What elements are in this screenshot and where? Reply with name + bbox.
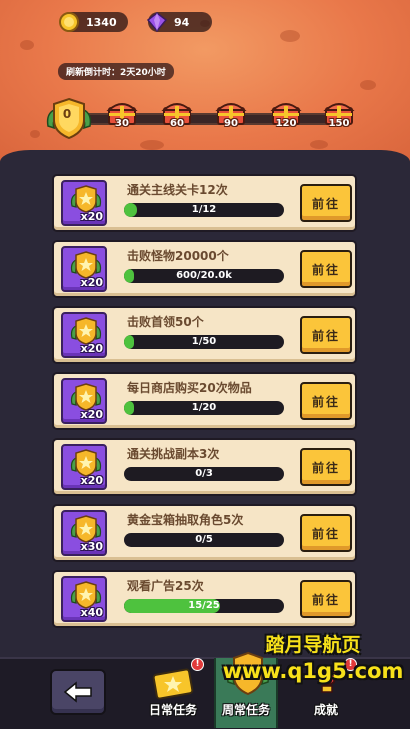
milestone-label: 60 bbox=[170, 118, 184, 129]
tab-weekly-label: 周常任务 bbox=[221, 703, 270, 717]
watermark-line2: www.q1g5.com bbox=[222, 659, 404, 683]
task-card: x20 通关挑战副本3次 0/3 前往 bbox=[52, 438, 357, 496]
reward-badge: x40 bbox=[61, 576, 107, 622]
task-card: x20 击败首领50个 1/50 前往 bbox=[52, 306, 357, 364]
task-title: 击败首领50个 bbox=[127, 315, 204, 329]
go-button[interactable]: 前往 bbox=[300, 382, 352, 420]
reward-badge: x20 bbox=[61, 246, 107, 292]
task-title: 黄金宝箱抽取角色5次 bbox=[127, 513, 244, 527]
task-card: x40 观看广告25次 15/25 前往 bbox=[52, 570, 357, 628]
tab-daily-tasks[interactable]: ! 日常任务 bbox=[143, 658, 204, 728]
gold-counter: 1340 bbox=[59, 12, 128, 32]
task-progress-bar: 0/3 bbox=[124, 467, 284, 481]
reward-badge: x20 bbox=[61, 378, 107, 424]
task-progress-bar: 600/20.0k bbox=[124, 269, 284, 283]
tab-daily-label: 日常任务 bbox=[148, 703, 197, 717]
daily-notification-badge: ! bbox=[191, 658, 204, 671]
reward-badge: x20 bbox=[61, 180, 107, 226]
watermark-line1: 踏月导航页 bbox=[265, 634, 361, 656]
reward-quantity: x20 bbox=[80, 408, 103, 421]
gold-coin-icon bbox=[59, 12, 79, 32]
tab-achievements-label: 成就 bbox=[313, 703, 338, 717]
reward-badge: x20 bbox=[61, 312, 107, 358]
task-title: 观看广告25次 bbox=[127, 579, 204, 593]
gem-counter: 94 bbox=[146, 12, 212, 33]
task-progress-bar: 1/20 bbox=[124, 401, 284, 415]
task-progress-text: 0/5 bbox=[195, 534, 213, 545]
go-button[interactable]: 前往 bbox=[300, 184, 352, 222]
header-edge bbox=[0, 150, 410, 172]
task-progress-bar: 1/12 bbox=[124, 203, 284, 217]
purple-gem-icon bbox=[146, 12, 168, 33]
milestone-label: 150 bbox=[328, 118, 350, 129]
task-progress-text: 0/3 bbox=[195, 468, 213, 479]
task-card: x20 击败怪物20000个 600/20.0k 前往 bbox=[52, 240, 357, 298]
task-progress-text: 1/20 bbox=[191, 402, 217, 413]
task-title: 击败怪物20000个 bbox=[127, 249, 229, 263]
go-button[interactable]: 前往 bbox=[300, 316, 352, 354]
task-progress-text: 1/12 bbox=[191, 204, 217, 215]
task-progress-text: 1/50 bbox=[191, 336, 217, 347]
reward-quantity: x30 bbox=[80, 540, 103, 553]
task-progress-text: 15/25 bbox=[188, 600, 220, 611]
reward-quantity: x20 bbox=[80, 210, 103, 223]
task-title: 通关主线关卡12次 bbox=[127, 183, 228, 197]
gold-amount: 1340 bbox=[86, 15, 117, 29]
task-card: x20 通关主线关卡12次 1/12 前往 bbox=[52, 174, 357, 232]
milestone-label: 90 bbox=[224, 118, 238, 129]
milestone-label: 30 bbox=[115, 118, 129, 129]
refresh-countdown: 刷新倒计时：2天20小时 bbox=[58, 63, 174, 80]
task-card: x30 黄金宝箱抽取角色5次 0/5 前往 bbox=[52, 504, 357, 562]
reward-badge: x20 bbox=[61, 444, 107, 490]
gem-amount: 94 bbox=[174, 15, 190, 29]
task-progress-bar: 1/50 bbox=[124, 335, 284, 349]
go-button[interactable]: 前往 bbox=[300, 250, 352, 288]
task-progress-bar: 0/5 bbox=[124, 533, 284, 547]
reward-quantity: x20 bbox=[80, 276, 103, 289]
go-button[interactable]: 前往 bbox=[300, 514, 352, 552]
task-progress-text: 600/20.0k bbox=[176, 270, 232, 281]
reward-quantity: x40 bbox=[80, 606, 103, 619]
go-button[interactable]: 前往 bbox=[300, 448, 352, 486]
task-progress-bar: 15/25 bbox=[124, 599, 284, 613]
ticket-icon bbox=[152, 668, 194, 700]
watermark: 踏月导航页 www.q1g5.com bbox=[218, 633, 408, 685]
current-points: 0 bbox=[62, 107, 72, 121]
reward-quantity: x20 bbox=[80, 474, 103, 487]
task-title: 每日商店购买20次物品 bbox=[127, 381, 252, 395]
go-button[interactable]: 前往 bbox=[300, 580, 352, 618]
back-button[interactable] bbox=[50, 669, 106, 715]
arrow-left-icon bbox=[63, 681, 92, 703]
reward-badge: x30 bbox=[61, 510, 107, 556]
milestone-label: 120 bbox=[275, 118, 297, 129]
reward-quantity: x20 bbox=[80, 342, 103, 355]
task-card: x20 每日商店购买20次物品 1/20 前往 bbox=[52, 372, 357, 430]
task-title: 通关挑战副本3次 bbox=[127, 447, 220, 461]
